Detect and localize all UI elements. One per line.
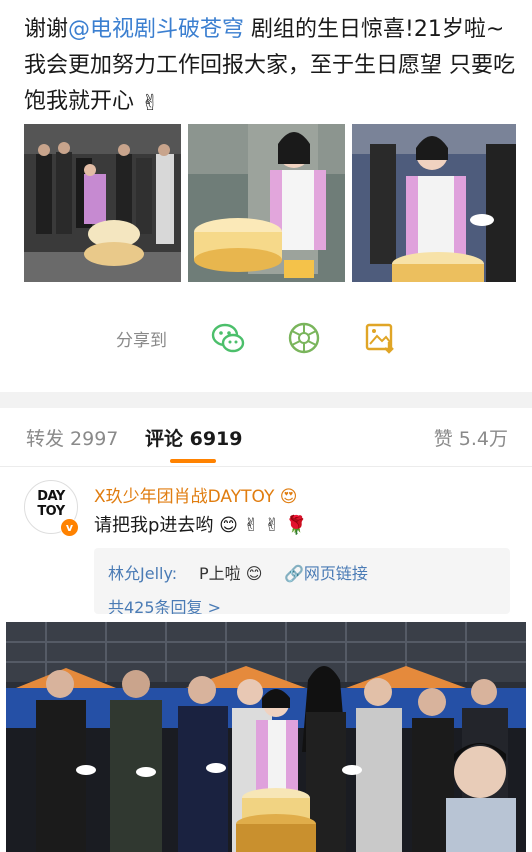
comment-photo[interactable] [6, 622, 526, 852]
share-row: 分享到 [0, 318, 532, 358]
reply-text: P上啦 😊 [199, 560, 262, 584]
victory-hand-icon: ✌ [141, 91, 160, 116]
save-image-icon[interactable] [362, 320, 398, 356]
wechat-icon[interactable] [210, 320, 246, 356]
comment-username-text: X玖少年团肖战DAYTOY [94, 487, 275, 507]
post-image-2[interactable] [188, 124, 345, 282]
tabs-divider [0, 466, 532, 467]
section-divider [0, 392, 532, 408]
moments-icon[interactable] [286, 320, 322, 356]
avatar-logo-line-1: DAY [37, 489, 65, 504]
verified-badge-icon: v [60, 518, 79, 537]
mention-link[interactable]: @电视剧斗破苍穹 [68, 17, 244, 42]
tab-comment[interactable]: 评论 6919 [145, 424, 243, 451]
comment-body: 请把我p进去哟 [94, 515, 214, 536]
reply-text-body: P上啦 [199, 564, 241, 583]
reply-box[interactable]: 林允Jelly: P上啦 😊 🔗网页链接 共425条回复 > [94, 548, 510, 614]
share-label: 分享到 [116, 331, 167, 351]
reply-count-link[interactable]: 共425条回复 > [108, 594, 221, 614]
interaction-tabs: 转发 2997 评论 6919 赞 5.4万 [0, 420, 532, 466]
reply-username[interactable]: 林允Jelly: [108, 560, 177, 584]
post-text: 谢谢@电视剧斗破苍穹 剧组的生日惊喜!21岁啦~我会更加努力工作回报大家，至于生… [24, 12, 516, 122]
heart-eyes-icon: 😍 [279, 487, 298, 507]
tab-repost[interactable]: 转发 2997 [26, 424, 118, 451]
post-image-grid [24, 124, 516, 282]
comment-emojis: 😊 ✌ ✌ 🌹 [219, 515, 308, 536]
web-link[interactable]: 🔗网页链接 [284, 560, 368, 584]
avatar-logo-line-2: TOY [37, 504, 65, 519]
smile-icon: 😊 [245, 564, 263, 583]
avatar-logo: DAY TOY [25, 489, 77, 519]
post-image-3[interactable] [352, 124, 516, 282]
tab-like[interactable]: 赞 5.4万 [434, 424, 508, 451]
link-icon: 🔗 [284, 564, 304, 583]
web-link-label: 网页链接 [303, 564, 368, 583]
comment-text: 请把我p进去哟 😊 ✌ ✌ 🌹 [94, 511, 308, 537]
comment-username[interactable]: X玖少年团肖战DAYTOY 😍 [94, 482, 298, 507]
active-tab-indicator [170, 459, 216, 463]
post-image-1[interactable] [24, 124, 181, 282]
post-text-prefix: 谢谢 [24, 17, 69, 42]
